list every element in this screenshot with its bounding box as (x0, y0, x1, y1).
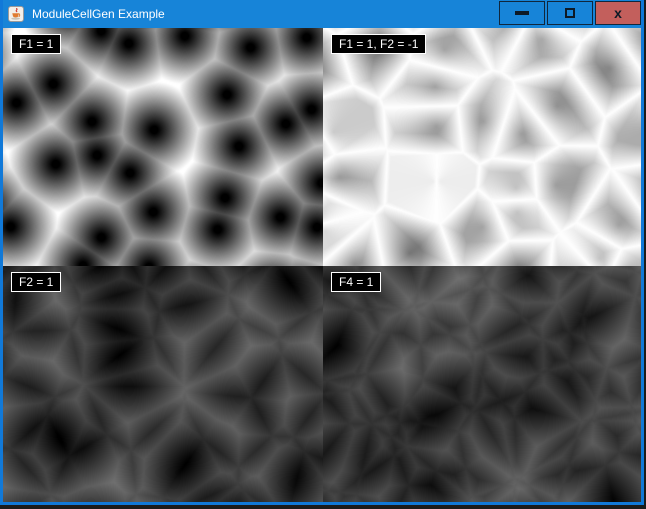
close-icon: x (614, 6, 622, 20)
titlebar[interactable]: ModuleCellGen Example x (3, 0, 641, 28)
close-button[interactable]: x (595, 1, 641, 25)
window-title: ModuleCellGen Example (32, 7, 165, 21)
noise-panel-f2: F2 = 1 (3, 266, 323, 502)
noise-label-f1-f2: F1 = 1, F2 = -1 (331, 34, 426, 54)
maximize-button[interactable] (547, 1, 593, 25)
noise-label-f4: F4 = 1 (331, 272, 381, 292)
java-coffee-cup-icon[interactable] (8, 6, 24, 22)
minimize-button[interactable] (499, 1, 545, 25)
minimize-icon (515, 11, 529, 15)
noise-label-f1: F1 = 1 (11, 34, 61, 54)
noise-canvas-f4 (323, 266, 641, 502)
noise-canvas-f1-f2 (323, 28, 641, 266)
noise-canvas-f2 (3, 266, 323, 502)
desktop-background: ModuleCellGen Example x F1 = 1 F1 (0, 0, 646, 509)
noise-panel-f1: F1 = 1 (3, 28, 323, 266)
maximize-icon (565, 8, 575, 18)
render-area: F1 = 1 F1 = 1, F2 = -1 F2 = 1 F4 = 1 (3, 28, 641, 502)
app-window: ModuleCellGen Example x F1 = 1 F1 (0, 0, 644, 505)
window-controls: x (499, 1, 641, 25)
noise-panel-f4: F4 = 1 (323, 266, 641, 502)
noise-panel-f1-f2: F1 = 1, F2 = -1 (323, 28, 641, 266)
noise-canvas-f1 (3, 28, 323, 266)
noise-label-f2: F2 = 1 (11, 272, 61, 292)
